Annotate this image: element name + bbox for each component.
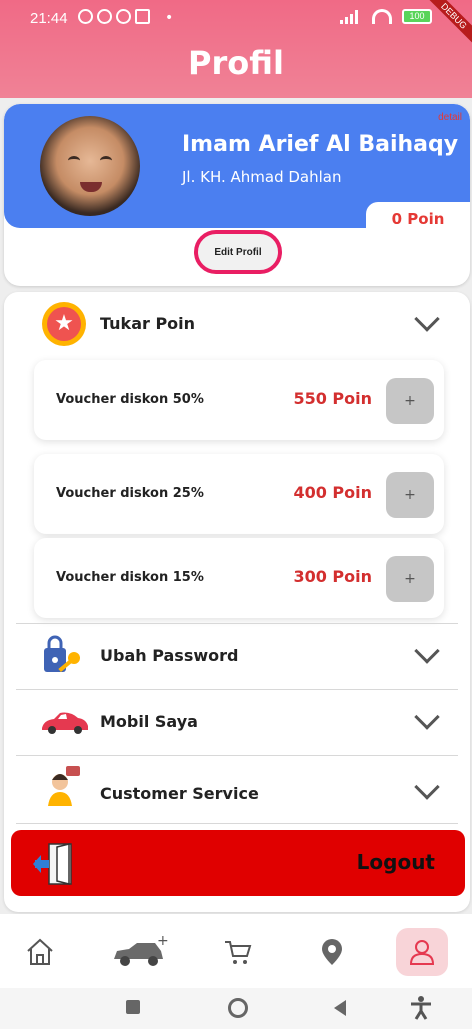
- edit-profile-label: Edit Profil: [214, 246, 262, 258]
- profile-icon: [409, 940, 435, 965]
- chevron-down-icon[interactable]: [414, 306, 440, 332]
- section-label: Tukar Poin: [100, 314, 196, 333]
- voucher-name: Voucher diskon 25%: [56, 486, 204, 501]
- back-icon[interactable]: [334, 1000, 346, 1016]
- home-icon: [27, 938, 53, 965]
- support-agent-icon: [48, 766, 80, 806]
- profile-address: Jl. KH. Ahmad Dahlan: [182, 168, 342, 186]
- section-ubah-password[interactable]: Ubah Password: [16, 624, 458, 690]
- redeem-button[interactable]: +: [386, 556, 434, 602]
- page-title: Profil: [188, 44, 284, 82]
- whatsapp-icon: [97, 9, 112, 24]
- bottom-navigation: +: [0, 914, 472, 988]
- profile-card: detail Imam Arief Al Baihaqy Jl. KH. Ahm…: [4, 104, 470, 286]
- location-icon: [322, 939, 342, 965]
- logout-button[interactable]: Logout: [11, 830, 465, 896]
- status-bar: 21:44 • 100 DEBUG: [0, 0, 472, 49]
- star-badge-icon: ★: [42, 302, 86, 346]
- redeem-button[interactable]: +: [386, 378, 434, 424]
- lock-key-icon: [44, 635, 80, 673]
- nav-add-car[interactable]: +: [108, 928, 172, 976]
- chevron-down-icon[interactable]: [414, 774, 440, 800]
- section-label: Customer Service: [100, 784, 259, 803]
- redeem-button[interactable]: +: [386, 472, 434, 518]
- voucher-points: 300 Poin: [293, 567, 372, 586]
- voucher-name: Voucher diskon 50%: [56, 392, 204, 407]
- nav-profile[interactable]: [396, 928, 448, 976]
- section-mobil-saya[interactable]: Mobil Saya: [16, 690, 458, 756]
- svg-text:+: +: [157, 935, 169, 949]
- battery-icon: 100: [402, 9, 432, 24]
- edit-profile-button[interactable]: Edit Profil: [194, 230, 282, 274]
- home-button-icon[interactable]: [228, 998, 248, 1018]
- voucher-points: 550 Poin: [293, 389, 372, 408]
- debug-banner: DEBUG: [421, 0, 472, 49]
- logout-label: Logout: [356, 850, 435, 874]
- divider: [16, 823, 458, 824]
- cart-icon: [225, 941, 252, 964]
- section-label: Ubah Password: [100, 646, 239, 665]
- voucher-card: Voucher diskon 25% 400 Poin +: [34, 454, 444, 534]
- exit-door-icon: [33, 843, 72, 885]
- signal-icon: [340, 9, 362, 24]
- status-time: 21:44: [30, 10, 68, 27]
- more-notifications-icon: •: [165, 10, 174, 26]
- voucher-card: Voucher diskon 50% 550 Poin +: [34, 360, 444, 440]
- chevron-down-icon[interactable]: [414, 638, 440, 664]
- voucher-name: Voucher diskon 15%: [56, 570, 204, 585]
- voucher-points: 400 Poin: [293, 483, 372, 502]
- section-label: Mobil Saya: [100, 712, 198, 731]
- voucher-card: Voucher diskon 15% 300 Poin +: [34, 538, 444, 618]
- system-navigation: [0, 988, 472, 1029]
- alarm-icon: [78, 9, 93, 24]
- avatar: [40, 116, 140, 216]
- wifi-icon: [372, 9, 392, 24]
- recents-icon[interactable]: [126, 1000, 140, 1014]
- app-header: 21:44 • 100 DEBUG Profil: [0, 0, 472, 98]
- section-tukar-poin[interactable]: ★ Tukar Poin: [16, 292, 458, 358]
- detail-link[interactable]: detail: [438, 112, 462, 123]
- notification-icons: [78, 9, 150, 24]
- profile-name: Imam Arief Al Baihaqy: [182, 132, 459, 157]
- car-icon: [42, 712, 88, 734]
- image-icon: [135, 9, 150, 24]
- app-notification-icon: [116, 9, 131, 24]
- accessibility-icon[interactable]: [410, 996, 432, 1020]
- section-customer-service[interactable]: Customer Service: [16, 756, 458, 824]
- add-car-icon: +: [114, 935, 169, 966]
- settings-card: ★ Tukar Poin Voucher diskon 50% 550 Poin…: [4, 292, 470, 912]
- nav-location[interactable]: [306, 928, 358, 976]
- chevron-down-icon[interactable]: [414, 704, 440, 730]
- nav-cart[interactable]: [212, 928, 264, 976]
- points-badge: 0 Poin: [366, 202, 470, 242]
- nav-home[interactable]: [14, 928, 66, 976]
